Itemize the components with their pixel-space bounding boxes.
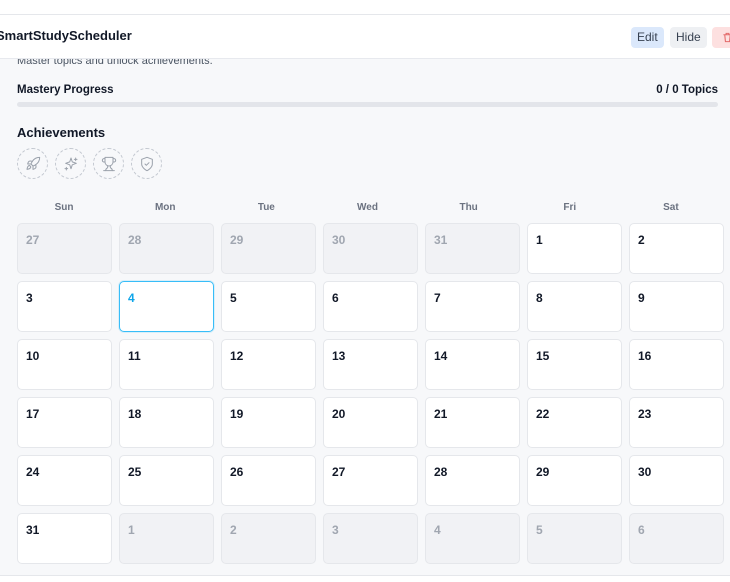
calendar-day[interactable]: 2 xyxy=(629,223,724,274)
weekday-label: Thu xyxy=(459,202,478,213)
achievements-title: Achievements xyxy=(17,125,106,140)
calendar-day[interactable]: 18 xyxy=(119,397,214,448)
progress-count: 0 / 0 Topics xyxy=(656,84,718,96)
calendar-day[interactable]: 13 xyxy=(323,339,418,390)
calendar-day[interactable]: 6 xyxy=(323,281,418,332)
calendar: Sun Mon Tue Wed Thu Fri Sat 27 28 29 30 31 1 2 3 4 5 6 7 8… xyxy=(17,197,724,564)
calendar-day[interactable]: 28 xyxy=(425,455,520,506)
weekday-label: Fri xyxy=(563,202,577,213)
app-header: SmartStudyScheduler Edit Hide xyxy=(0,15,730,59)
mastery-progress-bar xyxy=(17,102,718,107)
weekday-label: Wed xyxy=(357,202,378,213)
achievement-badge[interactable] xyxy=(55,148,86,179)
calendar-day[interactable]: 17 xyxy=(17,397,112,448)
calendar-day[interactable]: 4 xyxy=(425,513,520,564)
achievements-row xyxy=(17,148,162,179)
calendar-day[interactable]: 30 xyxy=(629,455,724,506)
calendar-day[interactable]: 3 xyxy=(323,513,418,564)
calendar-day[interactable]: 19 xyxy=(221,397,316,448)
calendar-day[interactable]: 25 xyxy=(119,455,214,506)
achievement-badge[interactable] xyxy=(93,148,124,179)
calendar-day[interactable]: 22 xyxy=(527,397,622,448)
calendar-day[interactable]: 30 xyxy=(323,223,418,274)
achievement-badge[interactable] xyxy=(17,148,48,179)
calendar-day[interactable]: 31 xyxy=(425,223,520,274)
calendar-day[interactable]: 28 xyxy=(119,223,214,274)
shield-check-icon xyxy=(140,156,153,171)
calendar-day[interactable]: 9 xyxy=(629,281,724,332)
weekday-label: Mon xyxy=(154,202,176,213)
calendar-day[interactable]: 12 xyxy=(221,339,316,390)
sparkles-icon xyxy=(64,157,77,170)
calendar-day[interactable]: 27 xyxy=(323,455,418,506)
calendar-day[interactable]: 1 xyxy=(119,513,214,564)
calendar-day[interactable]: 20 xyxy=(323,397,418,448)
calendar-day[interactable]: 29 xyxy=(221,223,316,274)
calendar-day-today[interactable]: 4 xyxy=(119,281,214,332)
calendar-day[interactable]: 11 xyxy=(119,339,214,390)
calendar-day[interactable]: 21 xyxy=(425,397,520,448)
calendar-day[interactable]: 2 xyxy=(221,513,316,564)
app-title: SmartStudyScheduler xyxy=(0,28,132,43)
calendar-day[interactable]: 14 xyxy=(425,339,520,390)
weekday-label: Sun xyxy=(54,202,74,213)
calendar-day[interactable]: 27 xyxy=(17,223,112,274)
intro-subtitle: Master topics and unlock achievements. xyxy=(17,59,213,67)
trash-icon xyxy=(722,32,730,43)
weekday-label: Tue xyxy=(257,202,275,213)
calendar-day[interactable]: 5 xyxy=(221,281,316,332)
achievement-badge[interactable] xyxy=(131,148,162,179)
calendar-day[interactable]: 8 xyxy=(527,281,622,332)
progress-label: Mastery Progress xyxy=(17,84,114,96)
calendar-day[interactable]: 24 xyxy=(17,455,112,506)
calendar-day[interactable]: 31 xyxy=(17,513,112,564)
calendar-day[interactable]: 15 xyxy=(527,339,622,390)
edit-button[interactable]: Edit xyxy=(631,27,664,48)
weekday-header: Sun Mon Tue Wed Thu Fri Sat xyxy=(17,197,718,219)
calendar-day[interactable]: 29 xyxy=(527,455,622,506)
rocket-icon xyxy=(26,156,40,170)
calendar-day[interactable]: 16 xyxy=(629,339,724,390)
trophy-icon xyxy=(101,156,116,171)
calendar-day[interactable]: 3 xyxy=(17,281,112,332)
calendar-grid: 27 28 29 30 31 1 2 3 4 5 6 7 8 9 10 11 12 13 14 15 16 17 18 19 2… xyxy=(17,223,724,564)
calendar-day[interactable]: 1 xyxy=(527,223,622,274)
calendar-day[interactable]: 7 xyxy=(425,281,520,332)
scheduler-window: SmartStudyScheduler Edit Hide Master top… xyxy=(0,14,730,576)
weekday-label: Sat xyxy=(663,202,679,213)
calendar-day[interactable]: 26 xyxy=(221,455,316,506)
calendar-day[interactable]: 23 xyxy=(629,397,724,448)
calendar-day[interactable]: 5 xyxy=(527,513,622,564)
calendar-day[interactable]: 6 xyxy=(629,513,724,564)
delete-button[interactable] xyxy=(712,27,730,48)
calendar-day[interactable]: 10 xyxy=(17,339,112,390)
hide-button[interactable]: Hide xyxy=(670,27,707,48)
